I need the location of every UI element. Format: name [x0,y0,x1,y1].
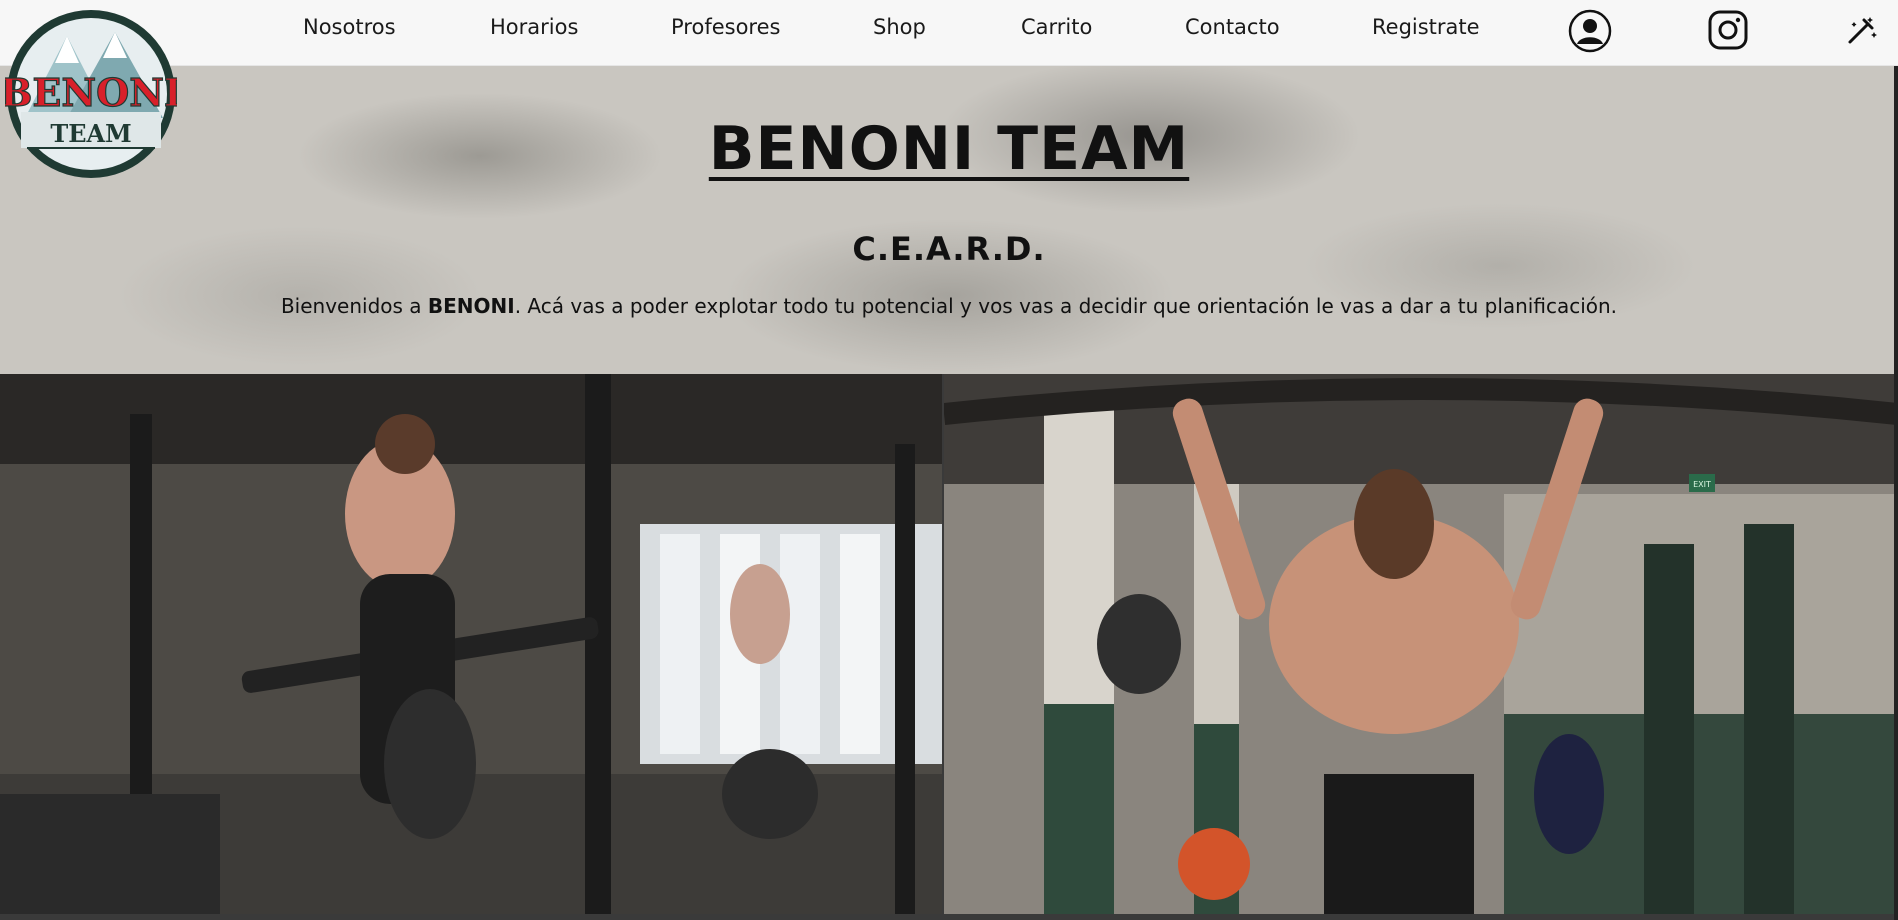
welcome-bold: BENONI [427,294,515,318]
top-navigation: Nosotros Horarios Profesores Shop Carrit… [0,0,1898,66]
hero-subtitle: C.E.A.R.D. [852,230,1046,268]
nav-registrate[interactable]: Registrate [1372,10,1480,44]
hero-title-text: BENONI TEAM [708,114,1190,184]
nav-profesores[interactable]: Profesores [671,10,780,44]
accessibility-icon[interactable] [1846,14,1878,46]
nav-contacto[interactable]: Contacto [1185,10,1280,44]
hero-welcome-text: Bienvenidos a BENONI. Acá vas a poder ex… [0,294,1898,318]
logo-text-benoni: BENONI [5,70,177,115]
brand-logo[interactable]: BENONI TEAM [0,8,182,180]
logo-text-team: TEAM [50,119,131,148]
nav-carrito[interactable]: Carrito [1021,10,1092,44]
welcome-suffix: . Acá vas a poder explotar todo tu poten… [514,294,1618,318]
exit-sign-text: EXIT [1693,480,1711,489]
instagram-icon[interactable] [1707,9,1749,51]
scrollbar-edge [1894,66,1898,920]
user-icon[interactable] [1568,9,1612,53]
gym-photo-dips [0,374,942,914]
gym-photo-pullup: EXIT [944,374,1898,914]
hero-section: BENONI TEAM C.E.A.R.D. Bienvenidos a BEN… [0,66,1898,374]
nav-horarios[interactable]: Horarios [490,10,578,44]
welcome-prefix: Bienvenidos a [280,294,428,318]
nav-shop[interactable]: Shop [873,10,926,44]
hero-title: BENONI TEAM [0,114,1898,184]
nav-nosotros[interactable]: Nosotros [303,10,396,44]
